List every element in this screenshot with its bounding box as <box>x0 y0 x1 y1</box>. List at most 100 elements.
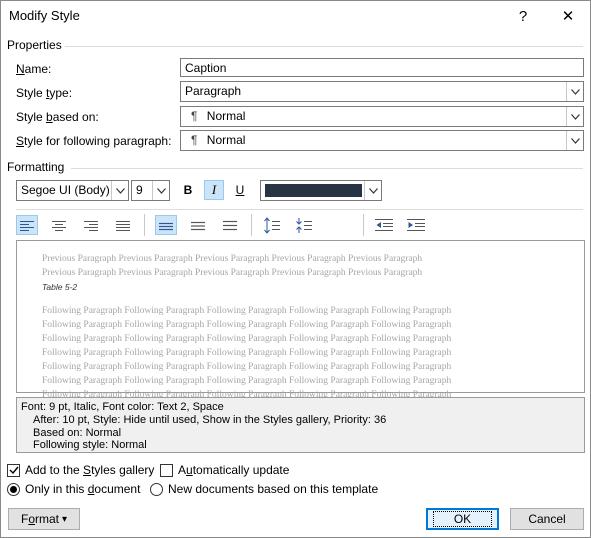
increase-indent-button[interactable] <box>405 215 427 235</box>
chevron-down-icon <box>152 181 169 200</box>
pilcrow-icon: ¶ <box>191 109 198 123</box>
only-this-document-radio[interactable] <box>7 482 20 496</box>
align-center-icon <box>52 220 66 231</box>
add-to-gallery-label: Add to the Styles gallery <box>25 463 155 477</box>
add-to-gallery-option[interactable]: Add to the Styles gallery <box>7 463 154 477</box>
increase-paragraph-spacing-button[interactable] <box>261 215 283 235</box>
description-line: After: 10 pt, Style: Hide until used, Sh… <box>33 413 387 426</box>
decrease-indent-button[interactable] <box>373 215 395 235</box>
justify-button[interactable] <box>112 215 134 235</box>
italic-button[interactable]: I <box>204 180 224 200</box>
decrease-spacing-icon <box>296 217 312 233</box>
decrease-indent-icon <box>375 219 393 231</box>
close-button[interactable]: ✕ <box>546 1 590 31</box>
chevron-down-icon <box>566 107 583 126</box>
justify-icon <box>116 220 130 231</box>
style-based-on-value: Normal <box>206 109 246 123</box>
new-documents-option[interactable]: New documents based on this template <box>150 482 378 496</box>
preview-following-line: Following Paragraph Following Paragraph … <box>42 362 452 372</box>
decrease-paragraph-spacing-button[interactable] <box>293 215 315 235</box>
font-size-value: 9 <box>136 183 143 197</box>
add-to-gallery-checkbox[interactable] <box>7 463 20 477</box>
style-following-select[interactable]: ¶ Normal <box>180 130 584 151</box>
auto-update-checkbox[interactable] <box>160 463 173 477</box>
double-spacing-button[interactable] <box>219 215 241 235</box>
help-button[interactable]: ? <box>501 1 545 31</box>
properties-group-label: Properties <box>7 38 62 52</box>
ok-button[interactable]: OK <box>426 508 499 530</box>
underline-button[interactable]: U <box>230 180 250 200</box>
style-based-on-select[interactable]: ¶ Normal <box>180 106 584 127</box>
bold-button[interactable]: B <box>178 180 198 200</box>
description-line: Following style: Normal <box>33 439 147 452</box>
increase-indent-icon <box>407 219 425 231</box>
preview-previous-line: Previous Paragraph Previous Paragraph Pr… <box>42 268 423 278</box>
ok-button-label: OK <box>432 511 493 527</box>
preview-previous-paragraphs: Previous Paragraph Previous Paragraph Pr… <box>42 252 422 280</box>
checkmark-icon <box>9 466 19 474</box>
modify-style-dialog: Modify Style ? ✕ Properties Name: Captio… <box>0 0 591 538</box>
toolbar-separator <box>144 214 145 236</box>
align-right-button[interactable] <box>80 215 102 235</box>
auto-update-label: Automatically update <box>178 463 290 477</box>
preview-following-line: Following Paragraph Following Paragraph … <box>42 348 452 358</box>
font-color-select[interactable] <box>260 180 382 201</box>
style-type-value: Paragraph <box>185 84 242 98</box>
formatting-group-label: Formatting <box>7 160 65 174</box>
new-documents-radio[interactable] <box>150 482 163 496</box>
font-color-swatch <box>265 184 362 197</box>
toolbar-separator <box>363 214 364 236</box>
preview-following-line: Following Paragraph Following Paragraph … <box>42 320 452 330</box>
single-spacing-icon <box>159 222 173 230</box>
properties-divider <box>65 46 583 47</box>
chevron-down-icon <box>566 131 583 150</box>
increase-spacing-icon <box>264 216 280 234</box>
only-this-document-option[interactable]: Only in this document <box>7 482 140 496</box>
description-line: Font: 9 pt, Italic, Font color: Text 2, … <box>21 401 224 413</box>
formatting-divider <box>71 168 583 169</box>
align-left-button[interactable] <box>16 215 38 235</box>
preview-following-line: Following Paragraph Following Paragraph … <box>42 334 452 344</box>
font-size-select[interactable]: 9 <box>131 180 170 201</box>
cancel-button[interactable]: Cancel <box>510 508 584 530</box>
style-type-select[interactable]: Paragraph <box>180 81 584 102</box>
new-documents-label: New documents based on this template <box>168 482 379 496</box>
dialog-title: Modify Style <box>9 8 80 23</box>
format-menu-button[interactable]: Fo rmat ▾ <box>8 508 80 530</box>
preview-following-line: Following Paragraph Following Paragraph … <box>42 376 452 386</box>
preview-following-line: Following Paragraph Following Paragraph … <box>42 306 452 316</box>
dropdown-caret-icon: ▾ <box>62 513 68 525</box>
toolbar-separator <box>251 214 252 236</box>
double-spacing-icon <box>223 220 237 230</box>
preview-following-paragraphs: Following Paragraph Following Paragraph … <box>42 304 451 402</box>
single-spacing-button[interactable] <box>155 215 177 235</box>
style-following-label: Style for following paragraph: <box>16 134 172 148</box>
name-input[interactable]: Caption <box>180 58 584 77</box>
style-description: Font: 9 pt, Italic, Font color: Text 2, … <box>16 397 585 453</box>
one-half-spacing-button[interactable] <box>187 215 209 235</box>
align-right-icon <box>84 220 98 231</box>
preview-caption: Table 5-2 <box>42 282 78 292</box>
chevron-down-icon <box>566 82 583 101</box>
style-following-value: Normal <box>206 133 246 147</box>
chevron-down-icon <box>111 181 128 200</box>
style-preview-pane: Previous Paragraph Previous Paragraph Pr… <box>16 240 585 400</box>
preview-previous-line: Previous Paragraph Previous Paragraph Pr… <box>42 254 423 264</box>
font-name-select[interactable]: Segoe UI (Body) <box>16 180 129 201</box>
formatting-toolbar-divider <box>16 209 583 210</box>
auto-update-option[interactable]: Automatically update <box>160 463 289 477</box>
font-name-value: Segoe UI (Body) <box>21 183 110 197</box>
align-left-icon <box>20 220 34 231</box>
pilcrow-icon: ¶ <box>191 133 198 147</box>
radio-selected-dot <box>10 485 17 493</box>
close-icon: ✕ <box>561 8 575 25</box>
chevron-down-icon <box>364 181 381 200</box>
description-line: Based on: Normal <box>33 426 122 439</box>
align-center-button[interactable] <box>48 215 70 235</box>
style-based-on-label: Style based on: <box>16 110 99 124</box>
help-icon: ? <box>518 7 528 25</box>
only-this-document-label: Only in this document <box>25 482 141 496</box>
style-type-label: Style type: <box>16 86 73 100</box>
name-label: Name: <box>16 62 52 76</box>
one-half-spacing-icon <box>191 221 205 230</box>
